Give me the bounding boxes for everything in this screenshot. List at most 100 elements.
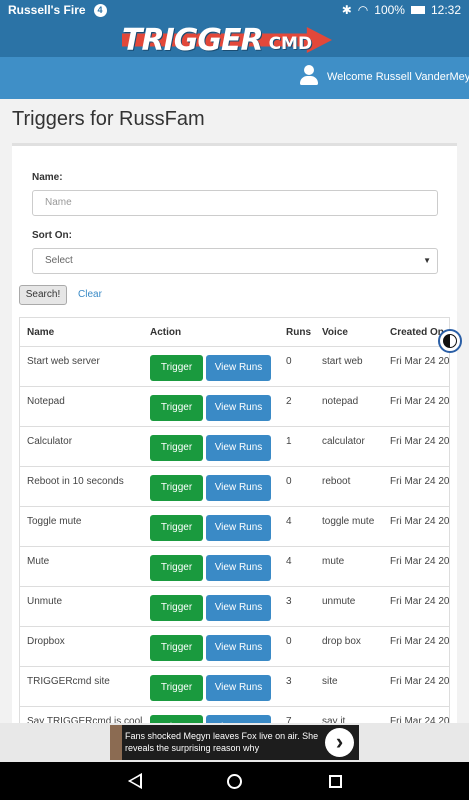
bluetooth-icon: ✱ (341, 3, 352, 17)
table-row: TRIGGERcmd site Trigger View Runs 3 site Fri … (20, 666, 450, 706)
name-label: Name: (32, 172, 63, 183)
runs-count: 3 (286, 676, 292, 687)
clock: 12:32 (430, 3, 461, 17)
trigger-name: Start web server (27, 356, 100, 367)
wifi-icon: ◠ (357, 3, 369, 17)
header-name[interactable]: Name (27, 327, 54, 338)
view-runs-button[interactable]: View Runs (206, 435, 271, 461)
ad-text: Fans shocked Megyn leaves Fox live on ai… (125, 731, 319, 753)
table-row: Dropbox Trigger View Runs 0 drop box Fri Mar … (20, 626, 450, 666)
view-runs-button[interactable]: View Runs (206, 635, 271, 661)
trigger-button[interactable]: Trigger (150, 475, 203, 501)
view-runs-button[interactable]: View Runs (206, 395, 271, 421)
created-on: Fri Mar 24 20 (390, 676, 450, 687)
page-title: Triggers for RussFam (12, 108, 205, 130)
voice-command: calculator (322, 436, 365, 447)
sort-label: Sort On: (32, 230, 72, 241)
logo-text-main: TRIGGER (122, 22, 264, 58)
runs-count: 0 (286, 356, 292, 367)
battery-percent: 100% (374, 3, 405, 17)
runs-count: 4 (286, 516, 292, 527)
logo-text-sub: CMD (268, 34, 313, 54)
runs-count: 3 (286, 596, 292, 607)
android-nav-bar (0, 762, 469, 800)
view-runs-button[interactable]: View Runs (206, 515, 271, 541)
runs-count: 0 (286, 476, 292, 487)
ad-banner[interactable]: Fans shocked Megyn leaves Fox live on ai… (0, 723, 469, 762)
view-runs-button[interactable]: View Runs (206, 475, 271, 501)
table-row: Unmute Trigger View Runs 3 unmute Fri Mar 24 … (20, 586, 450, 626)
view-runs-button[interactable]: View Runs (206, 355, 271, 381)
trigger-button[interactable]: Trigger (150, 675, 203, 701)
trigger-button[interactable]: Trigger (150, 395, 203, 421)
triggercmd-logo[interactable]: TRIGGER CMD (122, 22, 332, 58)
header-action: Action (150, 327, 182, 338)
ad-thumbnail (110, 725, 122, 760)
trigger-name: Calculator (27, 436, 73, 447)
chevron-right-icon[interactable]: › (325, 728, 354, 757)
trigger-button[interactable]: Trigger (150, 355, 203, 381)
created-on: Fri Mar 24 20 (390, 476, 450, 487)
created-on: Fri Mar 24 20 (390, 396, 450, 407)
trigger-name: Toggle mute (27, 516, 82, 527)
trigger-name: Notepad (27, 396, 65, 407)
clear-link[interactable]: Clear (78, 289, 102, 300)
created-on: Fri Mar 24 20 (390, 436, 450, 447)
voice-command: notepad (322, 396, 359, 407)
voice-command: toggle mute (322, 516, 375, 527)
trigger-button[interactable]: Trigger (150, 635, 203, 661)
floating-bubble-icon[interactable] (438, 329, 462, 353)
name-input[interactable]: Name (32, 190, 438, 216)
created-on: Fri Mar 24 20 (390, 556, 450, 567)
voice-command: drop box (322, 636, 361, 647)
trigger-button[interactable]: Trigger (150, 595, 203, 621)
battery-icon (410, 6, 425, 14)
table-row: Reboot in 10 seconds Trigger View Runs 0 reb… (20, 466, 450, 506)
table-row: Notepad Trigger View Runs 2 notepad Fri Mar 2… (20, 386, 450, 426)
sort-select-value: Select (45, 255, 73, 266)
table-row: Calculator Trigger View Runs 1 calculator Fri… (20, 426, 450, 466)
created-on: Fri Mar 24 20 (390, 516, 450, 527)
table-row: Mute Trigger View Runs 4 mute Fri Mar 24 20 (20, 546, 450, 586)
runs-count: 4 (286, 556, 292, 567)
header-created[interactable]: Created On (390, 327, 444, 338)
voice-command: reboot (322, 476, 351, 487)
voice-command: unmute (322, 596, 356, 607)
view-runs-button[interactable]: View Runs (206, 555, 271, 581)
header-voice[interactable]: Voice (322, 327, 348, 338)
created-on: Fri Mar 24 20 (390, 596, 450, 607)
header-runs[interactable]: Runs (286, 327, 311, 338)
trigger-name: Mute (27, 556, 50, 567)
sort-select[interactable]: Select ▼ (32, 248, 438, 274)
trigger-name: Unmute (27, 596, 63, 607)
triggers-table: Name Action Runs Voice Created On Start … (19, 317, 450, 737)
trigger-name: Dropbox (27, 636, 65, 647)
device-name: Russell's Fire (8, 3, 86, 17)
created-on: Fri Mar 24 20 (390, 636, 450, 647)
voice-command: mute (322, 556, 345, 567)
chevron-down-icon: ▼ (423, 256, 431, 265)
view-runs-button[interactable]: View Runs (206, 595, 271, 621)
notification-count-badge: 4 (93, 3, 107, 17)
user-bar: Welcome Russell VanderMey (0, 57, 469, 99)
table-row: Toggle mute Trigger View Runs 4 toggle mute F… (20, 506, 450, 546)
recent-apps-icon[interactable] (329, 775, 342, 788)
trigger-button[interactable]: Trigger (150, 435, 203, 461)
home-icon[interactable] (227, 774, 242, 789)
view-runs-button[interactable]: View Runs (206, 675, 271, 701)
welcome-text[interactable]: Welcome Russell VanderMey (327, 71, 469, 83)
trigger-name: Reboot in 10 seconds (27, 476, 124, 487)
user-icon[interactable] (300, 65, 318, 85)
triggers-panel: Name: Name Sort On: Select ▼ Search! Cle… (12, 143, 457, 737)
runs-count: 0 (286, 636, 292, 647)
trigger-button[interactable]: Trigger (150, 515, 203, 541)
runs-count: 2 (286, 396, 292, 407)
trigger-button[interactable]: Trigger (150, 555, 203, 581)
created-on: Fri Mar 24 20 (390, 356, 450, 367)
search-button[interactable]: Search! (19, 285, 67, 305)
trigger-name: TRIGGERcmd site (27, 676, 110, 687)
runs-count: 1 (286, 436, 292, 447)
voice-command: site (322, 676, 338, 687)
status-bar: Russell's Fire 4 ✱ ◠ 100% 12:32 (0, 0, 469, 20)
voice-command: start web (322, 356, 363, 367)
